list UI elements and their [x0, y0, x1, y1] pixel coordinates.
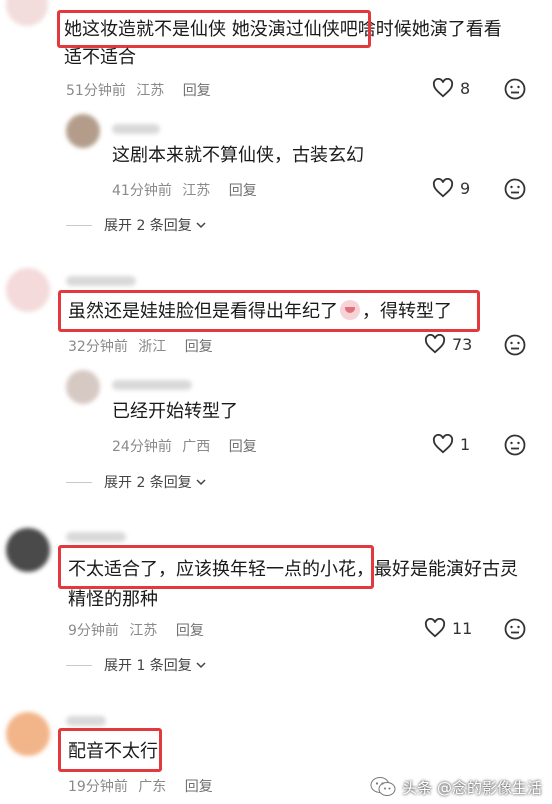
username-blurred — [112, 380, 192, 390]
reply-time: 24分钟前 — [112, 439, 172, 455]
like-button[interactable]: 8 — [432, 78, 470, 98]
chevron-down-icon — [196, 662, 206, 669]
comment-text-continued: 啥时候她演了看看 — [357, 19, 502, 40]
reply-text: 已经开始转型了 — [112, 401, 238, 422]
heart-icon — [424, 618, 446, 638]
watermark: 头条 @念的影像生活 — [370, 776, 542, 798]
comment-text-continued: ，最好是能演好古灵 — [356, 559, 518, 580]
highlight-box — [58, 290, 480, 332]
avatar[interactable] — [66, 114, 100, 148]
divider-line — [66, 664, 92, 666]
expand-replies-button[interactable]: 展开 2 条回复 — [66, 472, 206, 492]
username-blurred — [66, 716, 106, 726]
like-count: 8 — [460, 78, 471, 98]
reply-time: 41分钟前 — [112, 183, 172, 199]
reply-button[interactable]: 回复 — [185, 779, 213, 795]
reply-button[interactable]: 回复 — [229, 439, 257, 455]
like-button[interactable]: 1 — [432, 434, 470, 454]
expand-replies-label: 展开 2 条回复 — [104, 475, 192, 491]
like-button[interactable]: 11 — [424, 618, 472, 638]
like-button[interactable]: 73 — [424, 334, 472, 354]
watermark-label: 头条 @念的影像生活 — [402, 778, 542, 797]
reply-location: 广西 — [182, 439, 211, 455]
like-button[interactable]: 9 — [432, 178, 470, 198]
like-count: 9 — [460, 178, 471, 198]
comment-time: 19分钟前 — [68, 779, 128, 795]
expand-replies-button[interactable]: 展开 2 条回复 — [66, 215, 206, 235]
comment-location: 江苏 — [129, 623, 158, 639]
comment-location: 广东 — [138, 779, 167, 795]
comment-time: 32分钟前 — [68, 339, 128, 355]
divider-line — [66, 481, 92, 483]
reply-meta: 41分钟前 江苏 回复 — [112, 180, 257, 200]
heart-icon — [432, 178, 454, 198]
like-count: 1 — [460, 434, 471, 454]
avatar[interactable] — [6, 528, 50, 572]
comment-location: 浙江 — [138, 339, 167, 355]
avatar[interactable] — [6, 0, 48, 26]
dislike-icon[interactable] — [504, 334, 526, 356]
comment-location: 江苏 — [136, 83, 165, 99]
highlight-box — [58, 545, 374, 589]
heart-icon — [432, 78, 454, 98]
dislike-icon[interactable] — [504, 618, 526, 640]
expand-replies-label: 展开 2 条回复 — [104, 218, 192, 234]
comment-meta: 51分钟前 江苏 回复 — [66, 80, 211, 100]
comment-time: 51分钟前 — [66, 83, 126, 99]
expand-replies-button[interactable]: 展开 1 条回复 — [66, 655, 206, 675]
reply-button[interactable]: 回复 — [176, 623, 204, 639]
username-blurred — [66, 276, 136, 286]
heart-icon — [424, 334, 446, 354]
comment-meta: 19分钟前 广东 回复 — [68, 776, 213, 796]
chevron-down-icon — [196, 222, 206, 229]
avatar[interactable] — [6, 268, 50, 312]
username-blurred — [66, 532, 126, 542]
reply-location: 江苏 — [182, 183, 211, 199]
reply-button[interactable]: 回复 — [185, 339, 213, 355]
username-blurred — [112, 124, 160, 134]
avatar[interactable] — [6, 712, 50, 756]
highlight-box — [57, 10, 371, 48]
highlight-box — [58, 728, 162, 772]
like-count: 73 — [452, 334, 473, 354]
comment-time: 9分钟前 — [68, 623, 119, 639]
reply-button[interactable]: 回复 — [183, 83, 211, 99]
expand-replies-label: 展开 1 条回复 — [104, 658, 192, 674]
dislike-icon[interactable] — [504, 78, 526, 100]
divider-line — [66, 224, 92, 226]
comment-text-line2: 精怪的那种 — [68, 589, 158, 610]
comment-meta: 32分钟前 浙江 回复 — [68, 336, 213, 356]
avatar[interactable] — [66, 370, 100, 404]
dislike-icon[interactable] — [504, 434, 526, 456]
heart-icon — [432, 434, 454, 454]
dislike-icon[interactable] — [504, 178, 526, 200]
reply-button[interactable]: 回复 — [229, 183, 257, 199]
wechat-logo-icon — [370, 777, 396, 796]
comment-meta: 9分钟前 江苏 回复 — [68, 620, 204, 640]
reply-text: 这剧本来就不算仙侠，古装玄幻 — [112, 145, 364, 166]
chevron-down-icon — [196, 479, 206, 486]
like-count: 11 — [452, 618, 473, 638]
reply-meta: 24分钟前 广西 回复 — [112, 436, 257, 456]
comment-text-line2: 适不适合 — [64, 47, 136, 68]
